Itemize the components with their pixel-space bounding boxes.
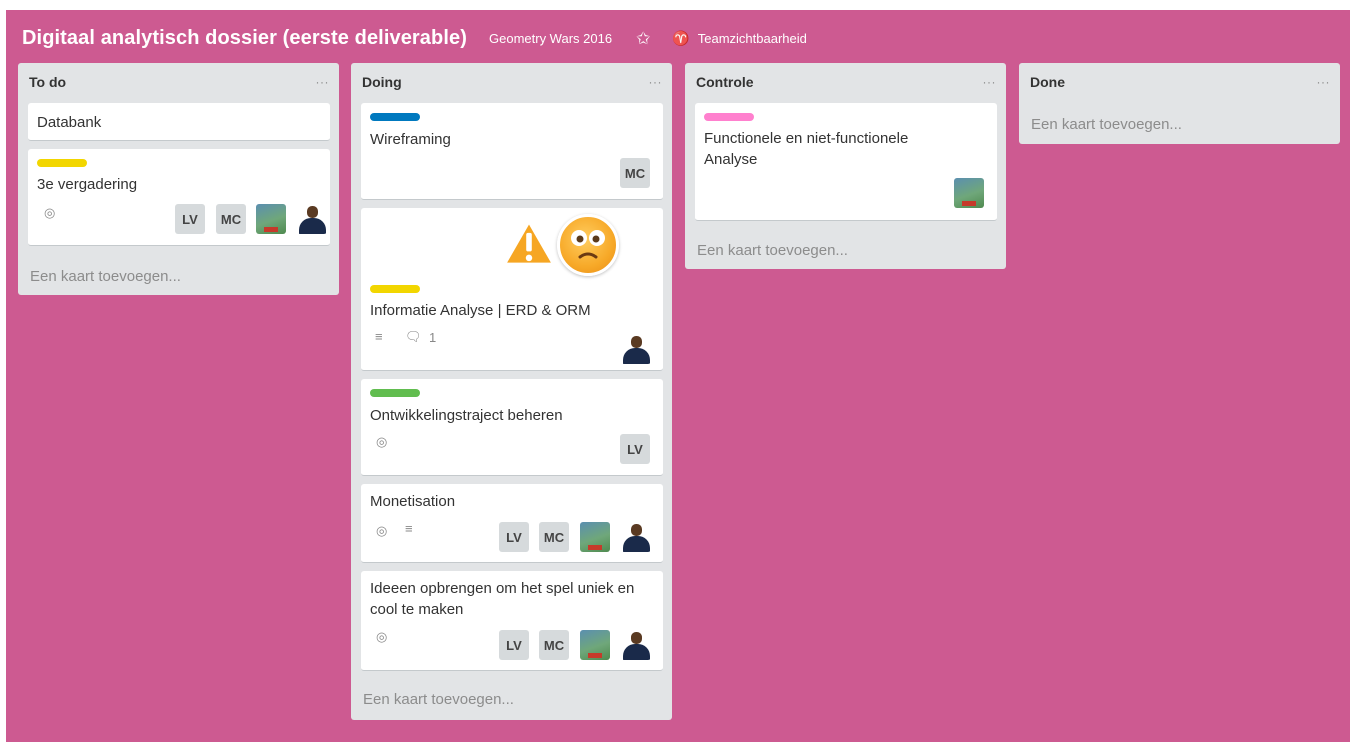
list-menu-icon[interactable]: ··· xyxy=(1317,75,1331,89)
card-3e-vergadering[interactable]: 3e vergadering ◎ LV MC xyxy=(28,149,330,246)
card-ontwikkelingstraject[interactable]: Ontwikkelingstraject beheren ◎ LV xyxy=(361,379,663,476)
watch-icon: ◎ xyxy=(376,434,388,449)
list-title[interactable]: Done xyxy=(1030,74,1065,90)
card-title: Informatie Analyse | ERD & ORM xyxy=(370,302,591,319)
card-informatie-analyse[interactable]: Informatie Analyse | ERD & ORM ≡ 🗨 1 xyxy=(361,208,663,371)
list-header: To do ··· xyxy=(18,63,339,101)
board-header: Digitaal analytisch dossier (eerste deli… xyxy=(22,24,807,52)
list-menu-icon[interactable]: ··· xyxy=(316,75,330,89)
member-avatar-lv[interactable]: LV xyxy=(499,522,529,552)
visibility-label: Teamzichtbaarheid xyxy=(697,30,807,46)
card-databank[interactable]: Databank xyxy=(28,103,330,141)
list-controle: Controle ··· Functionele en niet-functio… xyxy=(685,63,1006,269)
description-icon: ≡ xyxy=(375,329,383,344)
team-visibility-icon: ♈ xyxy=(672,29,690,46)
card-label-yellow xyxy=(37,159,87,167)
list-todo: To do ··· Databank 3e vergadering ◎ LV M… xyxy=(18,63,339,295)
member-avatar-lv[interactable]: LV xyxy=(620,434,650,464)
board-team[interactable]: Geometry Wars 2016 xyxy=(489,31,612,46)
card-monetisation[interactable]: Monetisation ◎ ≡ LV MC xyxy=(361,484,663,563)
member-avatar-swag[interactable] xyxy=(256,204,286,234)
comment-count: 1 xyxy=(429,330,437,345)
card-title: Monetisation xyxy=(370,493,456,510)
member-avatar-person[interactable] xyxy=(621,522,651,552)
list-done: Done ··· Een kaart toevoegen... xyxy=(1019,63,1340,144)
member-avatar-swag[interactable] xyxy=(580,522,610,552)
member-avatar-person[interactable] xyxy=(297,204,327,234)
card-label-pink xyxy=(704,113,754,121)
card-title: Ontwikkelingstraject beheren xyxy=(370,407,563,424)
member-avatar-mc[interactable]: MC xyxy=(216,204,246,234)
add-card-link[interactable]: Een kaart toevoegen... xyxy=(363,691,514,708)
comment-icon: 🗨 xyxy=(405,329,422,344)
star-icon[interactable]: ✩ xyxy=(636,30,650,47)
member-avatar-mc[interactable]: MC xyxy=(620,158,650,188)
card-functionele-analyse[interactable]: Functionele en niet-functionele Analyse xyxy=(695,103,997,221)
member-avatar-lv[interactable]: LV xyxy=(499,630,529,660)
member-avatar-swag[interactable] xyxy=(580,630,610,660)
card-title: 3e vergadering xyxy=(37,176,138,193)
warning-sticker xyxy=(502,218,556,267)
member-avatar-swag[interactable] xyxy=(954,178,984,208)
card-label-blue xyxy=(370,113,420,121)
list-title[interactable]: Doing xyxy=(362,74,402,90)
card-ideeen[interactable]: Ideeen opbrengen om het spel uniek en co… xyxy=(361,571,663,671)
list-header: Doing ··· xyxy=(351,63,672,101)
add-card-link[interactable]: Een kaart toevoegen... xyxy=(30,268,181,285)
worried-face-sticker xyxy=(557,214,619,276)
card-title: Functionele en niet-functionele Analyse xyxy=(704,130,909,168)
card-label-green xyxy=(370,389,420,397)
member-avatar-person[interactable] xyxy=(621,334,651,364)
card-title: Databank xyxy=(37,114,102,131)
card-title: Ideeen opbrengen om het spel uniek en co… xyxy=(370,580,635,618)
watch-icon: ◎ xyxy=(376,523,388,538)
list-doing: Doing ··· Wireframing MC Informatie Anal… xyxy=(351,63,672,720)
description-icon: ≡ xyxy=(405,521,413,536)
top-strip xyxy=(1308,0,1350,10)
visibility-button[interactable]: ♈ Teamzichtbaarheid xyxy=(672,30,807,47)
list-menu-icon[interactable]: ··· xyxy=(649,75,663,89)
watch-icon: ◎ xyxy=(44,205,56,220)
list-title[interactable]: To do xyxy=(29,74,66,90)
watch-icon: ◎ xyxy=(376,629,388,644)
board-title[interactable]: Digitaal analytisch dossier (eerste deli… xyxy=(22,27,467,50)
card-label-yellow xyxy=(370,285,420,293)
card-title: Wireframing xyxy=(370,131,451,148)
list-menu-icon[interactable]: ··· xyxy=(983,75,997,89)
list-title[interactable]: Controle xyxy=(696,74,754,90)
member-avatar-person[interactable] xyxy=(621,630,651,660)
add-card-link[interactable]: Een kaart toevoegen... xyxy=(697,242,848,259)
add-card-link[interactable]: Een kaart toevoegen... xyxy=(1031,116,1182,133)
member-avatar-mc[interactable]: MC xyxy=(539,522,569,552)
member-avatar-lv[interactable]: LV xyxy=(175,204,205,234)
list-header: Controle ··· xyxy=(685,63,1006,101)
list-header: Done ··· xyxy=(1019,63,1340,101)
member-avatar-mc[interactable]: MC xyxy=(539,630,569,660)
card-wireframing[interactable]: Wireframing MC xyxy=(361,103,663,200)
